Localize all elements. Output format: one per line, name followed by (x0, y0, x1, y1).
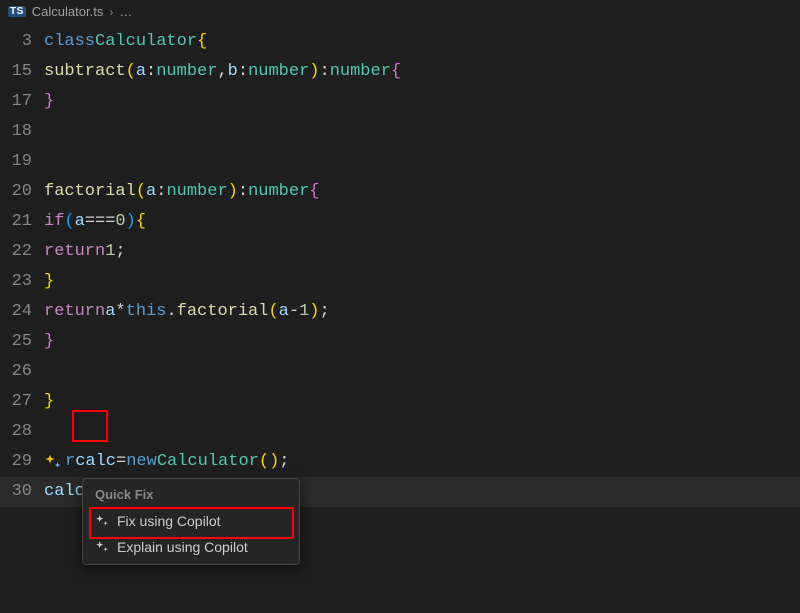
code-line[interactable]: 23 } (0, 267, 800, 297)
line-number: 23 (0, 267, 44, 297)
code-line[interactable]: 17 } (0, 87, 800, 117)
token-func: factorial (177, 297, 269, 327)
line-number: 19 (0, 147, 44, 177)
quick-fix-title: Quick Fix (83, 479, 299, 508)
code-line[interactable]: 15 subtract(a: number, b: number): numbe… (0, 57, 800, 87)
line-number: 29 (0, 447, 44, 477)
quick-fix-item-fix-copilot[interactable]: Fix using Copilot (83, 508, 299, 534)
line-number: 30 (0, 477, 44, 507)
code-line[interactable]: 21 if (a === 0) { (0, 207, 800, 237)
token-ident: a (75, 207, 85, 237)
sparkle-icon (95, 540, 109, 554)
token-keyword: new (126, 447, 157, 477)
code-line[interactable]: 3 class Calculator { (0, 27, 800, 57)
line-number: 24 (0, 297, 44, 327)
token-ident: calc (75, 447, 116, 477)
breadcrumb[interactable]: TS Calculator.ts › … (0, 0, 800, 23)
token-class: Calculator (157, 447, 259, 477)
token-number: 1 (105, 237, 115, 267)
code-line[interactable]: 18 (0, 117, 800, 147)
token-ident: b (228, 57, 238, 87)
line-number: 22 (0, 237, 44, 267)
code-line[interactable]: 27 } (0, 387, 800, 417)
token-number: 0 (115, 207, 125, 237)
token-op: - (289, 297, 299, 327)
line-number: 27 (0, 387, 44, 417)
line-number: 20 (0, 177, 44, 207)
line-number: 28 (0, 417, 44, 447)
code-line[interactable]: 29 r calc = new Calculator(); (0, 447, 800, 477)
file-type-badge: TS (8, 6, 26, 17)
token-type: number (166, 177, 227, 207)
code-line[interactable]: 19 (0, 147, 800, 177)
code-line[interactable]: 24 return a * this.factorial(a - 1); (0, 297, 800, 327)
token-number: 1 (299, 297, 309, 327)
code-line[interactable]: 22 return 1; (0, 237, 800, 267)
token-ident: a (146, 177, 156, 207)
quick-fix-item-label: Fix using Copilot (117, 513, 221, 529)
token-ident: a (105, 297, 115, 327)
code-line[interactable]: 28 (0, 417, 800, 447)
token-func: factorial (44, 177, 136, 207)
token-ident: a (279, 297, 289, 327)
token-keyword: return (44, 297, 105, 327)
quick-fix-menu[interactable]: Quick Fix Fix using Copilot Explain usin… (82, 478, 300, 565)
token-op: * (115, 297, 125, 327)
line-number: 25 (0, 327, 44, 357)
token-this: this (126, 297, 167, 327)
copilot-sparkle-icon[interactable] (44, 453, 62, 471)
token-keyword: return (44, 237, 105, 267)
code-line[interactable]: 20 factorial(a: number): number { (0, 177, 800, 207)
token-op: === (85, 207, 116, 237)
token-ident: calc (44, 477, 85, 507)
chevron-right-icon: › (109, 5, 113, 19)
token-type: number (330, 57, 391, 87)
token-keyword: r (65, 447, 75, 477)
code-editor[interactable]: 3 class Calculator { 15 subtract(a: numb… (0, 23, 800, 507)
line-number: 3 (0, 27, 44, 57)
code-line[interactable]: 25 } (0, 327, 800, 357)
line-number: 21 (0, 207, 44, 237)
quick-fix-item-label: Explain using Copilot (117, 539, 248, 555)
line-number: 26 (0, 357, 44, 387)
token-func: subtract (44, 57, 126, 87)
quick-fix-item-explain-copilot[interactable]: Explain using Copilot (83, 534, 299, 560)
sparkle-icon (95, 514, 109, 528)
breadcrumb-file[interactable]: Calculator.ts (32, 4, 104, 19)
breadcrumb-ellipsis[interactable]: … (119, 4, 132, 19)
token-type: number (156, 57, 217, 87)
token-ident: a (136, 57, 146, 87)
token-op: = (116, 447, 126, 477)
token-keyword: if (44, 207, 64, 237)
token-type: number (248, 57, 309, 87)
token-type: number (248, 177, 309, 207)
line-number: 18 (0, 117, 44, 147)
code-line[interactable]: 26 (0, 357, 800, 387)
line-number: 17 (0, 87, 44, 117)
token-keyword: class (44, 27, 95, 57)
token-class: Calculator (95, 27, 197, 57)
line-number: 15 (0, 57, 44, 87)
